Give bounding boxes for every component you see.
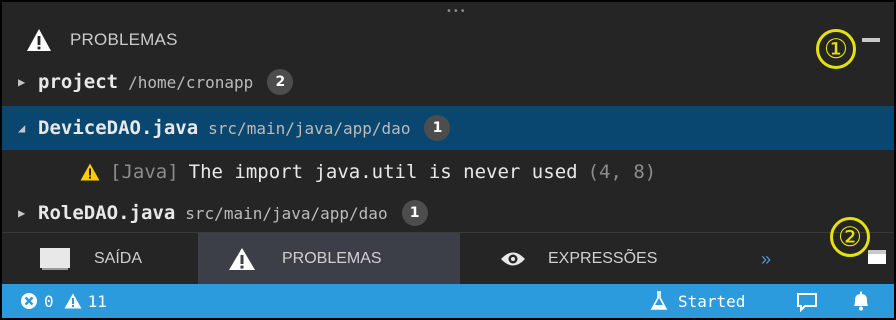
server-status-text: Started <box>678 291 746 311</box>
panel-title-row: PROBLEMAS <box>26 20 178 60</box>
drag-handle[interactable]: ••• <box>446 7 466 17</box>
chevron-down-icon[interactable]: ◢ <box>18 121 38 135</box>
problem-count-badge: 2 <box>267 69 294 95</box>
tree-row-roledao[interactable]: ▶ RoleDAO.java src/main/java/app/dao 1 <box>2 195 894 231</box>
feedback-icon[interactable] <box>796 292 818 312</box>
warning-count: 11 <box>87 291 107 311</box>
tree-row-devicedao[interactable]: ◢ DeviceDAO.java src/main/java/app/dao 1 <box>2 106 894 150</box>
file-path: src/main/java/app/dao <box>208 118 411 138</box>
warning-icon <box>229 248 255 270</box>
more-tabs-button[interactable]: » <box>736 233 796 285</box>
error-count: 0 <box>44 291 54 311</box>
file-name: DeviceDAO.java <box>38 117 199 139</box>
tab-problems-label: PROBLEMAS <box>282 250 382 267</box>
maximize-button[interactable] <box>868 250 886 264</box>
problem-count-badge: 1 <box>401 200 428 226</box>
bell-icon[interactable] <box>850 290 872 312</box>
tab-expressions[interactable]: EXPRESSÕES <box>460 233 736 285</box>
terminal-icon <box>40 248 70 270</box>
status-bar: 0 11 Started <box>2 284 894 318</box>
minimize-button[interactable] <box>862 38 880 42</box>
folder-name: project <box>38 71 119 93</box>
server-status[interactable]: Started <box>650 284 745 318</box>
warning-icon <box>27 29 51 51</box>
chevron-right-icon[interactable]: ▶ <box>18 206 38 220</box>
annotation-marker-2: ② <box>830 217 870 257</box>
problem-message: The import java.util is never used <box>188 161 578 183</box>
file-path: src/main/java/app/dao <box>185 203 388 223</box>
tab-expressions-label: EXPRESSÕES <box>548 250 658 267</box>
problem-item[interactable]: [Java] The import java.util is never use… <box>2 150 894 194</box>
flask-icon <box>650 291 668 310</box>
problems-status[interactable]: 0 11 <box>20 284 107 318</box>
tab-problems[interactable]: PROBLEMAS <box>198 233 460 285</box>
problem-source: [Java] <box>110 161 179 183</box>
problems-panel: ••• PROBLEMAS ① ▶ project /home/cronapp … <box>0 0 896 320</box>
tab-output[interactable]: SAÍDA <box>2 233 198 285</box>
chevron-right-icon[interactable]: ▶ <box>18 75 38 89</box>
panel-header: ••• PROBLEMAS <box>2 2 894 60</box>
error-icon <box>21 293 37 309</box>
problem-location: (4, 8) <box>587 161 657 183</box>
file-name: RoleDAO.java <box>38 202 176 224</box>
panel-tabs: SAÍDA PROBLEMAS EXPRESSÕES » <box>2 232 894 285</box>
warning-icon <box>80 163 100 181</box>
folder-path: /home/cronapp <box>128 72 254 92</box>
panel-title: PROBLEMAS <box>70 30 178 49</box>
tab-output-label: SAÍDA <box>94 250 143 267</box>
eye-icon <box>501 252 525 266</box>
tree-row-project[interactable]: ▶ project /home/cronapp 2 <box>2 60 894 104</box>
problem-count-badge: 1 <box>424 115 451 141</box>
warning-icon <box>64 293 82 309</box>
